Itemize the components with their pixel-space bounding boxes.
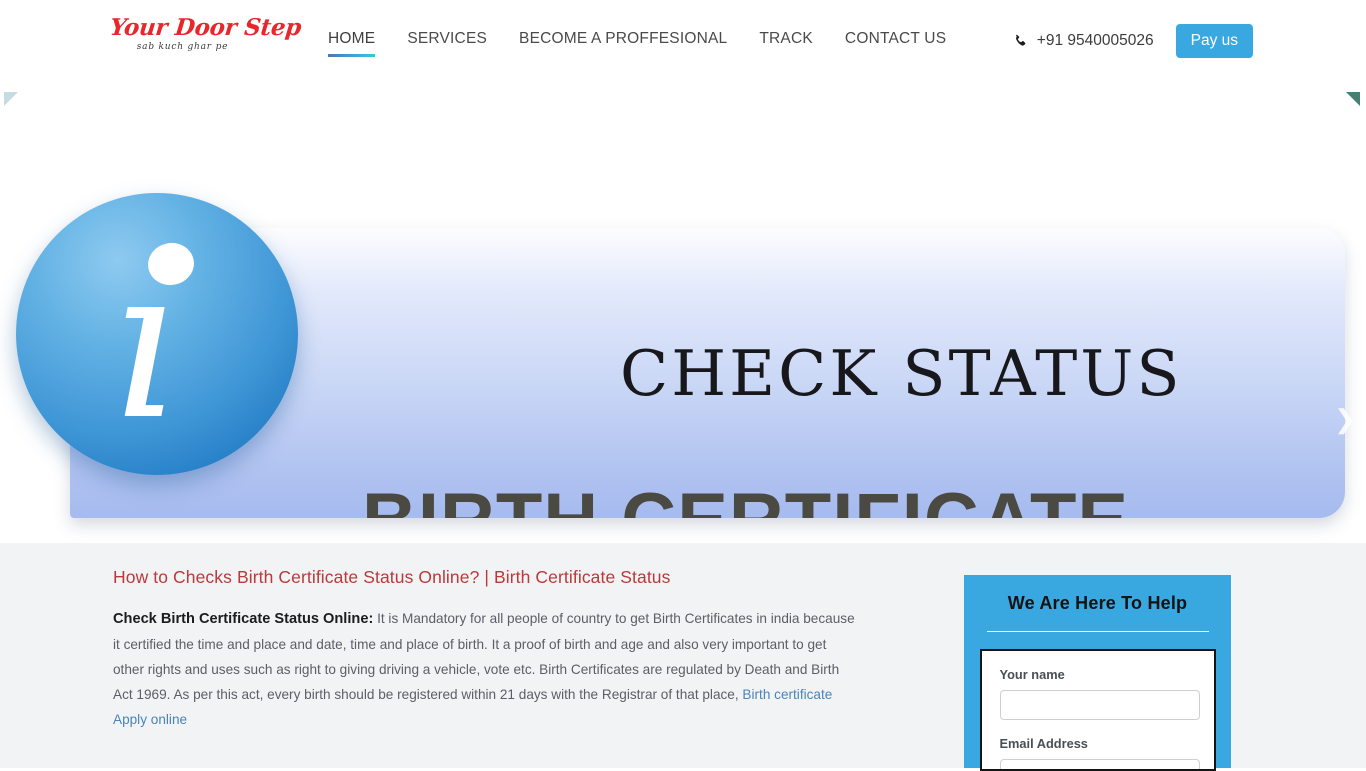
your-name-input[interactable] xyxy=(999,690,1200,720)
information-icon-dot xyxy=(144,239,198,289)
slider-next-arrow-icon[interactable]: ❯ xyxy=(1332,399,1358,439)
help-panel-title: We Are Here To Help xyxy=(1007,593,1188,613)
corner-marker-top-right-icon xyxy=(1346,92,1360,106)
site-header: Your Door Step sab kuch ghar pe HOME SER… xyxy=(0,0,1366,88)
nav-item-home[interactable]: HOME xyxy=(328,30,376,57)
logo-tagline: sab kuch ghar pe xyxy=(136,42,229,52)
nav-item-become-a-professional[interactable]: BECOME A PROFFESIONAL xyxy=(519,30,727,57)
header-actions: +91 9540005026 Pay us xyxy=(1013,24,1253,59)
nav-item-track[interactable]: TRACK xyxy=(759,30,813,57)
article-body: Check Birth Certificate Status Online: I… xyxy=(113,606,858,732)
information-icon: i xyxy=(16,193,298,475)
email-address-label: Email Address xyxy=(999,736,1088,751)
help-panel-divider xyxy=(986,631,1209,632)
banner-heading-secondary: BIRTH CERTIFICATE xyxy=(362,483,1129,519)
logo-text: Your Door Step xyxy=(108,14,303,41)
phone-link[interactable]: +91 9540005026 xyxy=(1013,32,1154,50)
nav-item-contact-us[interactable]: CONTACT US xyxy=(845,30,946,57)
article-lead: Check Birth Certificate Status Online: xyxy=(113,611,374,627)
phone-icon xyxy=(1013,34,1028,49)
site-logo[interactable]: Your Door Step sab kuch ghar pe xyxy=(108,14,303,71)
page-title: How to Checks Birth Certificate Status O… xyxy=(113,567,671,587)
main-navigation: HOME SERVICES BECOME A PROFFESIONAL TRAC… xyxy=(328,30,978,57)
banner-heading-primary: CHECK STATUS xyxy=(620,337,1183,410)
corner-marker-top-left-icon xyxy=(4,92,18,106)
hero-slider: CHECK STATUS BIRTH CERTIFICATE i birth c… xyxy=(0,88,1366,543)
phone-number: +91 9540005026 xyxy=(1036,32,1154,50)
nav-item-services[interactable]: SERVICES xyxy=(407,30,487,57)
pay-us-button[interactable]: Pay us xyxy=(1175,24,1253,59)
article: How to Checks Birth Certificate Status O… xyxy=(113,567,858,732)
email-address-input[interactable] xyxy=(999,759,1200,769)
help-panel: We Are Here To Help Your name Email Addr… xyxy=(964,575,1231,771)
contact-form: Your name Email Address xyxy=(979,649,1216,771)
your-name-label: Your name xyxy=(999,667,1065,682)
information-icon-stem: i xyxy=(114,289,182,425)
